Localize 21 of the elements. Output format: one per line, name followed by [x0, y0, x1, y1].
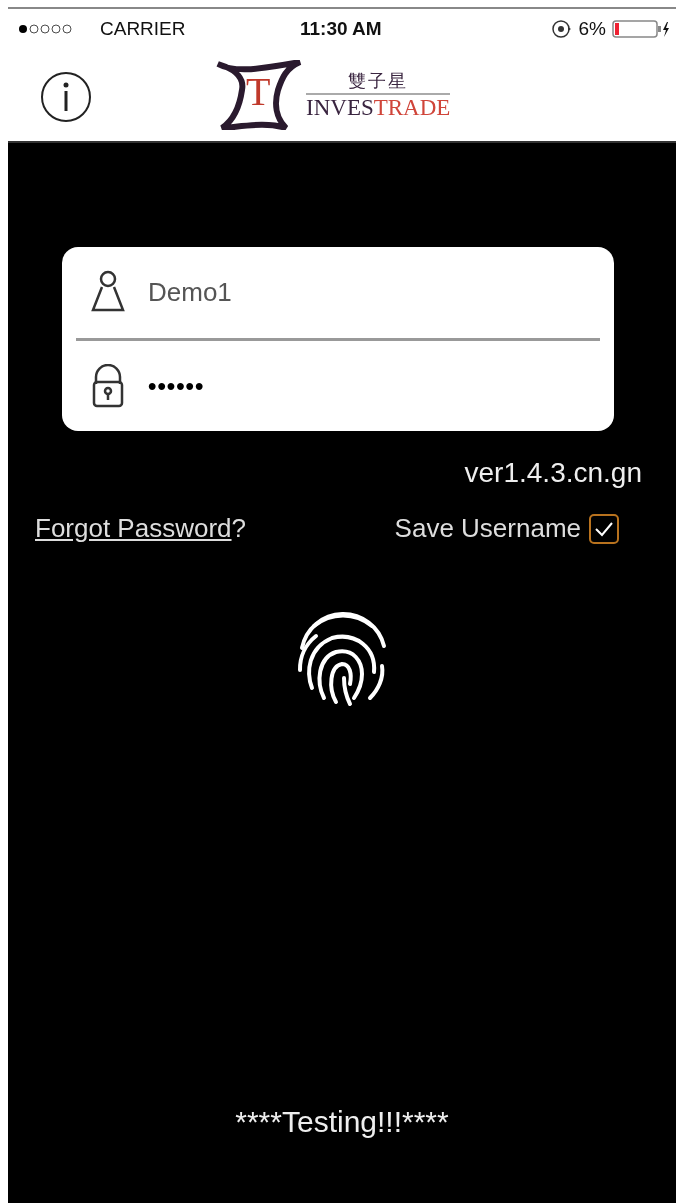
logo-chinese-text: 雙子星: [348, 69, 409, 94]
testing-banner-text: ****Testing!!!****: [235, 1105, 449, 1139]
forgot-password-link[interactable]: Forgot Password: [35, 513, 232, 543]
clock-time: 11:30 AM: [300, 18, 383, 40]
username-field[interactable]: Demo1: [76, 247, 600, 338]
logo-text: INVES: [306, 96, 374, 121]
save-username-label: Save Username: [394, 513, 581, 544]
question-mark-text: ?: [231, 513, 246, 543]
check-icon: [594, 520, 614, 537]
logo-swirl-icon: [216, 60, 302, 130]
save-username-checkbox[interactable]: [589, 513, 619, 544]
battery-charging-icon: [612, 19, 672, 39]
logo-letter: T: [246, 72, 271, 112]
logo-text: TRADE: [373, 96, 451, 121]
carrier-name: CARRIER: [100, 18, 187, 40]
version-text: ver1.4.3.cn.gn: [464, 457, 642, 489]
password-field[interactable]: ••••••: [76, 340, 600, 431]
lock-icon: [90, 363, 126, 408]
info-icon[interactable]: [40, 71, 92, 123]
rotation-lock-icon: [550, 19, 573, 39]
battery-percent: 6%: [578, 18, 606, 40]
